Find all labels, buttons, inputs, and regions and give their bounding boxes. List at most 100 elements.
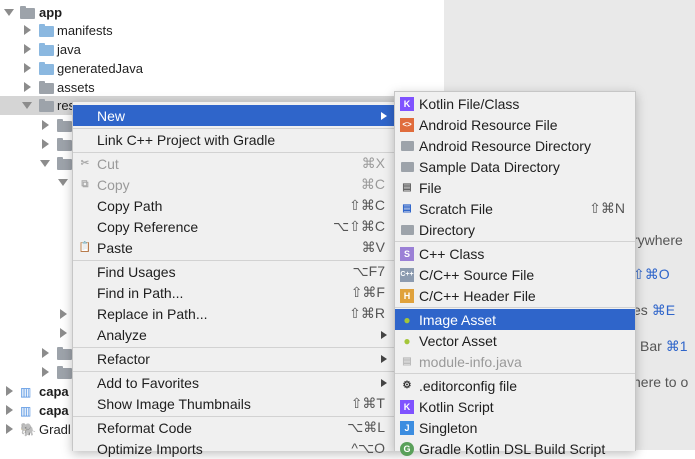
editor-hint-recent-files: es ⌘E <box>633 302 676 318</box>
folder-icon <box>400 160 414 174</box>
collapse-arrow-icon[interactable] <box>42 139 49 149</box>
collapse-arrow-icon[interactable] <box>24 63 31 73</box>
singleton-icon: J <box>400 420 414 435</box>
menu-item-paste[interactable]: 📋 Paste ⌘V <box>73 237 395 258</box>
folder-icon <box>57 138 72 151</box>
submenu-item-editorconfig-file[interactable]: ⚙ .editorconfig file <box>395 375 635 396</box>
generated-folder-icon <box>39 62 54 75</box>
folder-icon <box>39 43 54 56</box>
menu-item-copy[interactable]: ⧉ Copy ⌘C <box>73 174 395 195</box>
tree-item-label: java <box>57 42 81 57</box>
menu-item-replace-in-path[interactable]: Replace in Path... ⇧⌘R <box>73 303 395 324</box>
tree-item-label: capa <box>39 403 69 418</box>
file-icon: ▤ <box>402 182 412 193</box>
submenu-item-module-info-java[interactable]: ▤ module-info.java <box>395 351 635 372</box>
submenu-item-scratch-file[interactable]: ▤ Scratch File ⇧⌘N <box>395 198 635 219</box>
collapse-arrow-icon[interactable] <box>6 405 13 415</box>
expand-arrow-icon[interactable] <box>22 102 32 109</box>
submenu-item-android-resource-file[interactable]: <> Android Resource File <box>395 114 635 135</box>
assets-folder-icon <box>39 81 54 94</box>
tree-item-label: assets <box>57 80 95 95</box>
res-folder-icon <box>39 99 54 112</box>
tree-item-app[interactable]: app <box>0 3 444 22</box>
submenu-arrow-icon <box>381 111 387 120</box>
menu-item-show-image-thumbnails[interactable]: Show Image Thumbnails ⇧⌘T <box>73 393 395 414</box>
menu-item-find-in-path[interactable]: Find in Path... ⇧⌘F <box>73 282 395 303</box>
submenu-item-singleton[interactable]: J Singleton <box>395 417 635 438</box>
resource-file-icon: <> <box>400 117 414 132</box>
context-menu: New Link C++ Project with Gradle ✂ Cut ⌘… <box>72 101 396 457</box>
cpp-source-icon: C++ <box>400 267 414 282</box>
kotlin-icon: K <box>400 96 414 111</box>
tree-item-label: app <box>39 5 63 20</box>
collapse-arrow-icon[interactable] <box>60 328 67 338</box>
menu-item-copy-path[interactable]: Copy Path ⇧⌘C <box>73 195 395 216</box>
header-file-icon: H <box>400 288 414 303</box>
submenu-item-cpp-class[interactable]: S C++ Class <box>395 243 635 264</box>
menu-item-reformat-code[interactable]: Reformat Code ⌥⌘L <box>73 417 395 438</box>
menu-item-link-cpp-project[interactable]: Link C++ Project with Gradle <box>73 129 395 150</box>
menu-item-new[interactable]: New <box>73 105 395 126</box>
tree-item-manifests[interactable]: manifests <box>0 21 444 40</box>
collapse-arrow-icon[interactable] <box>42 120 49 130</box>
gradle-icon: G <box>400 441 414 456</box>
submenu-item-kotlin-file-class[interactable]: K Kotlin File/Class <box>395 93 635 114</box>
expand-arrow-icon[interactable] <box>58 179 68 186</box>
gradle-icon: 🐘 <box>20 422 37 437</box>
submenu-item-c-cpp-header-file[interactable]: H C/C++ Header File <box>395 285 635 306</box>
submenu-item-gradle-kotlin-dsl[interactable]: G Gradle Kotlin DSL Build Script <box>395 438 635 459</box>
editor-hint-drop-files: here to o <box>633 374 689 390</box>
copy-icon: ⧉ <box>81 179 89 190</box>
submenu-item-vector-asset[interactable]: ● Vector Asset <box>395 330 635 351</box>
submenu-arrow-icon <box>381 354 387 363</box>
submenu-item-sample-data-directory[interactable]: Sample Data Directory <box>395 156 635 177</box>
collapse-arrow-icon[interactable] <box>6 424 13 434</box>
submenu-item-directory[interactable]: Directory <box>395 219 635 240</box>
expand-arrow-icon[interactable] <box>40 160 50 167</box>
submenu-item-c-cpp-source-file[interactable]: C++ C/C++ Source File <box>395 264 635 285</box>
expand-arrow-icon[interactable] <box>4 9 14 16</box>
collapse-arrow-icon[interactable] <box>42 367 49 377</box>
menu-item-copy-reference[interactable]: Copy Reference ⌥⇧⌘C <box>73 216 395 237</box>
submenu-arrow-icon <box>381 378 387 387</box>
editor-hint-navigation-bar: Bar ⌘1 <box>640 338 688 354</box>
library-icon: ▥ <box>20 385 32 399</box>
menu-separator <box>395 241 635 242</box>
collapse-arrow-icon[interactable] <box>42 348 49 358</box>
tree-item-generated-java[interactable]: generatedJava <box>0 59 444 78</box>
menu-separator <box>395 373 635 374</box>
paste-icon: 📋 <box>78 242 92 253</box>
collapse-arrow-icon[interactable] <box>24 44 31 54</box>
tree-item-label: generatedJava <box>57 61 144 76</box>
folder-icon <box>400 223 414 237</box>
tree-item-assets[interactable]: assets <box>0 78 444 97</box>
android-icon: ● <box>403 312 411 327</box>
collapse-arrow-icon[interactable] <box>24 82 31 92</box>
collapse-arrow-icon[interactable] <box>24 25 31 35</box>
submenu-item-android-resource-directory[interactable]: Android Resource Directory <box>395 135 635 156</box>
folder-icon <box>57 366 72 379</box>
cpp-class-icon: S <box>400 246 414 261</box>
tree-item-label: capa <box>39 384 69 399</box>
menu-item-optimize-imports[interactable]: Optimize Imports ^⌥O <box>73 438 395 459</box>
collapse-arrow-icon[interactable] <box>6 386 13 396</box>
scissors-icon: ✂ <box>80 158 90 169</box>
submenu-item-image-asset[interactable]: ● Image Asset <box>395 309 635 330</box>
folder-icon <box>57 157 72 170</box>
submenu-item-kotlin-script[interactable]: K Kotlin Script <box>395 396 635 417</box>
menu-item-cut[interactable]: ✂ Cut ⌘X <box>73 153 395 174</box>
menu-item-find-usages[interactable]: Find Usages ⌥F7 <box>73 261 395 282</box>
menu-item-add-to-favorites[interactable]: Add to Favorites <box>73 372 395 393</box>
module-folder-icon <box>20 6 35 19</box>
menu-item-analyze[interactable]: Analyze <box>73 324 395 345</box>
submenu-item-file[interactable]: ▤ File <box>395 177 635 198</box>
menu-separator <box>395 307 635 308</box>
library-icon: ▥ <box>20 404 32 418</box>
menu-item-refactor[interactable]: Refactor <box>73 348 395 369</box>
kotlin-icon: K <box>400 399 414 414</box>
java-file-icon: ▤ <box>402 356 412 367</box>
collapse-arrow-icon[interactable] <box>60 309 67 319</box>
tree-item-java[interactable]: java <box>0 40 444 59</box>
submenu-arrow-icon <box>381 330 387 339</box>
scratch-file-icon: ▤ <box>402 203 412 214</box>
